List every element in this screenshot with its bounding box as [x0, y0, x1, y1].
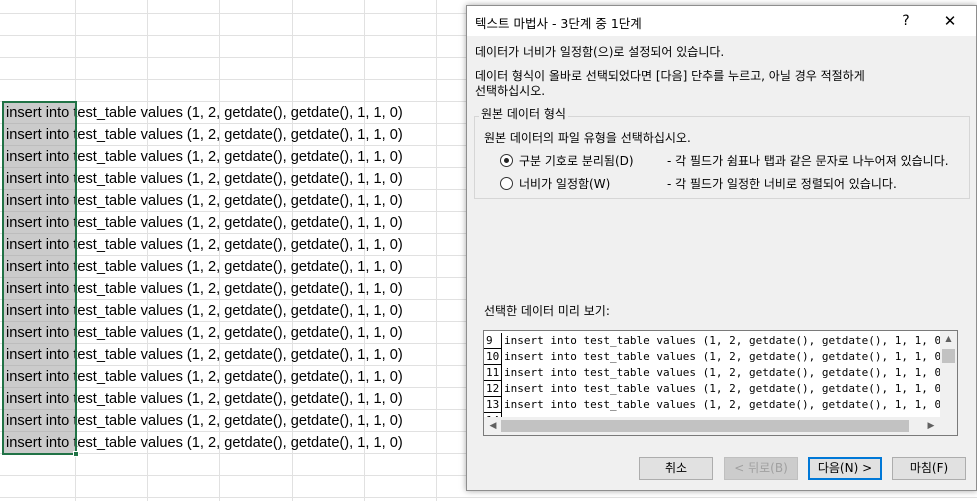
preview-row-text: insert into test_table values (1, 2, get… [504, 382, 948, 395]
fixed-width-notice: 데이터가 너비가 일정함(으)로 설정되어 있습니다. [475, 45, 725, 59]
preview-row: 13 insert into test_table values (1, 2, g… [484, 397, 948, 413]
cell-b[interactable]: test_table values (1, 2, getdate(), getd… [73, 413, 402, 429]
preview-row: 10 insert into test_table values (1, 2, g… [484, 349, 948, 365]
selection-border [2, 101, 77, 455]
cell-b[interactable]: test_table values (1, 2, getdate(), getd… [73, 303, 402, 319]
scroll-up-icon[interactable]: ▲ [940, 333, 957, 345]
radio-delimited-desc: - 각 필드가 쉼표나 탭과 같은 문자로 나누어져 있습니다. [667, 153, 949, 168]
preview-row-text: insert into test_table values (1, 2, get… [504, 366, 948, 379]
dialog-titlebar: 텍스트 마법사 - 3단계 중 1단계 ? ✕ [467, 6, 976, 36]
group-prompt: 원본 데이터의 파일 유형을 선택하십시오. [484, 131, 691, 145]
radio-fixed-width-label[interactable]: 너비가 일정함(W) [519, 175, 667, 192]
vertical-scroll-thumb[interactable] [942, 349, 955, 363]
preview-horizontal-scrollbar[interactable]: ◀ ▶ [484, 417, 957, 435]
radio-delimited-button[interactable] [500, 153, 513, 167]
preview-row-number: 10 [484, 349, 502, 365]
preview-row: 9 insert into test_table values (1, 2, ge… [484, 333, 948, 349]
preview-row-number: 13 [484, 397, 502, 413]
group-title: 원본 데이터 형식 [479, 106, 568, 122]
preview-row-text: insert into test_table values (1, 2, get… [504, 350, 948, 363]
instruction-text: 데이터 형식이 올바로 선택되었다면 [다음] 단추를 누르고, 아닐 경우 적… [475, 69, 865, 83]
finish-button[interactable]: 마침(F) [892, 457, 966, 480]
cell-b[interactable]: test_table values (1, 2, getdate(), getd… [73, 105, 402, 121]
cell-b[interactable]: test_table values (1, 2, getdate(), getd… [73, 281, 402, 297]
radio-delimited[interactable]: 구분 기호로 분리됨(D) - 각 필드가 쉼표나 탭과 같은 문자로 나누어져… [500, 151, 949, 169]
fill-handle[interactable] [73, 451, 79, 457]
help-button[interactable]: ? [893, 8, 919, 34]
preview-row: 11 insert into test_table values (1, 2, g… [484, 365, 948, 381]
cell-b[interactable]: test_table values (1, 2, getdate(), getd… [73, 391, 402, 407]
back-button[interactable]: < 뒤로(B) [724, 457, 798, 480]
cell-b[interactable]: test_table values (1, 2, getdate(), getd… [73, 171, 402, 187]
radio-fixed-width-button[interactable] [500, 176, 513, 190]
cell-b[interactable]: test_table values (1, 2, getdate(), getd… [73, 347, 402, 363]
cell-b[interactable]: test_table values (1, 2, getdate(), getd… [73, 259, 402, 275]
scroll-left-icon[interactable]: ◀ [486, 417, 500, 435]
row-gridline [0, 497, 977, 498]
cell-b[interactable]: test_table values (1, 2, getdate(), getd… [73, 237, 402, 253]
radio-delimited-label[interactable]: 구분 기호로 분리됨(D) [519, 152, 667, 169]
radio-fixed-width[interactable]: 너비가 일정함(W) - 각 필드가 일정한 너비로 정렬되어 있습니다. [500, 174, 897, 192]
data-preview-box[interactable]: 9 insert into test_table values (1, 2, ge… [483, 330, 958, 436]
cell-b[interactable]: test_table values (1, 2, getdate(), getd… [73, 149, 402, 165]
cancel-button[interactable]: 취소 [639, 457, 713, 480]
preview-row: 12 insert into test_table values (1, 2, g… [484, 381, 948, 397]
instruction-text-continued: 선택하십시오. [475, 84, 546, 98]
close-icon[interactable]: ✕ [935, 8, 965, 34]
scroll-right-icon[interactable]: ▶ [924, 417, 938, 435]
horizontal-scroll-thumb[interactable] [501, 420, 909, 432]
next-button[interactable]: 다음(N) > [808, 457, 882, 480]
text-import-wizard-dialog: 텍스트 마법사 - 3단계 중 1단계 ? ✕ 데이터가 너비가 일정함(으)로… [466, 5, 977, 491]
cell-b[interactable]: test_table values (1, 2, getdate(), getd… [73, 193, 402, 209]
preview-label: 선택한 데이터 미리 보기: [484, 304, 610, 318]
cell-b[interactable]: test_table values (1, 2, getdate(), getd… [73, 369, 402, 385]
preview-row-number: 9 [484, 333, 502, 349]
column-gridline [436, 0, 437, 501]
preview-row-text: insert into test_table values (1, 2, get… [504, 334, 948, 347]
radio-fixed-width-desc: - 각 필드가 일정한 너비로 정렬되어 있습니다. [667, 176, 897, 191]
cell-b[interactable]: test_table values (1, 2, getdate(), getd… [73, 325, 402, 341]
preview-row-number: 12 [484, 381, 502, 397]
cell-b[interactable]: test_table values (1, 2, getdate(), getd… [73, 127, 402, 143]
cell-b[interactable]: test_table values (1, 2, getdate(), getd… [73, 215, 402, 231]
dialog-title: 텍스트 마법사 - 3단계 중 1단계 [475, 16, 642, 31]
preview-row-text: insert into test_table values (1, 2, get… [504, 398, 948, 411]
preview-vertical-scrollbar[interactable]: ▲ [940, 331, 957, 417]
preview-row-number: 11 [484, 365, 502, 381]
cell-b[interactable]: test_table values (1, 2, getdate(), getd… [73, 435, 402, 451]
